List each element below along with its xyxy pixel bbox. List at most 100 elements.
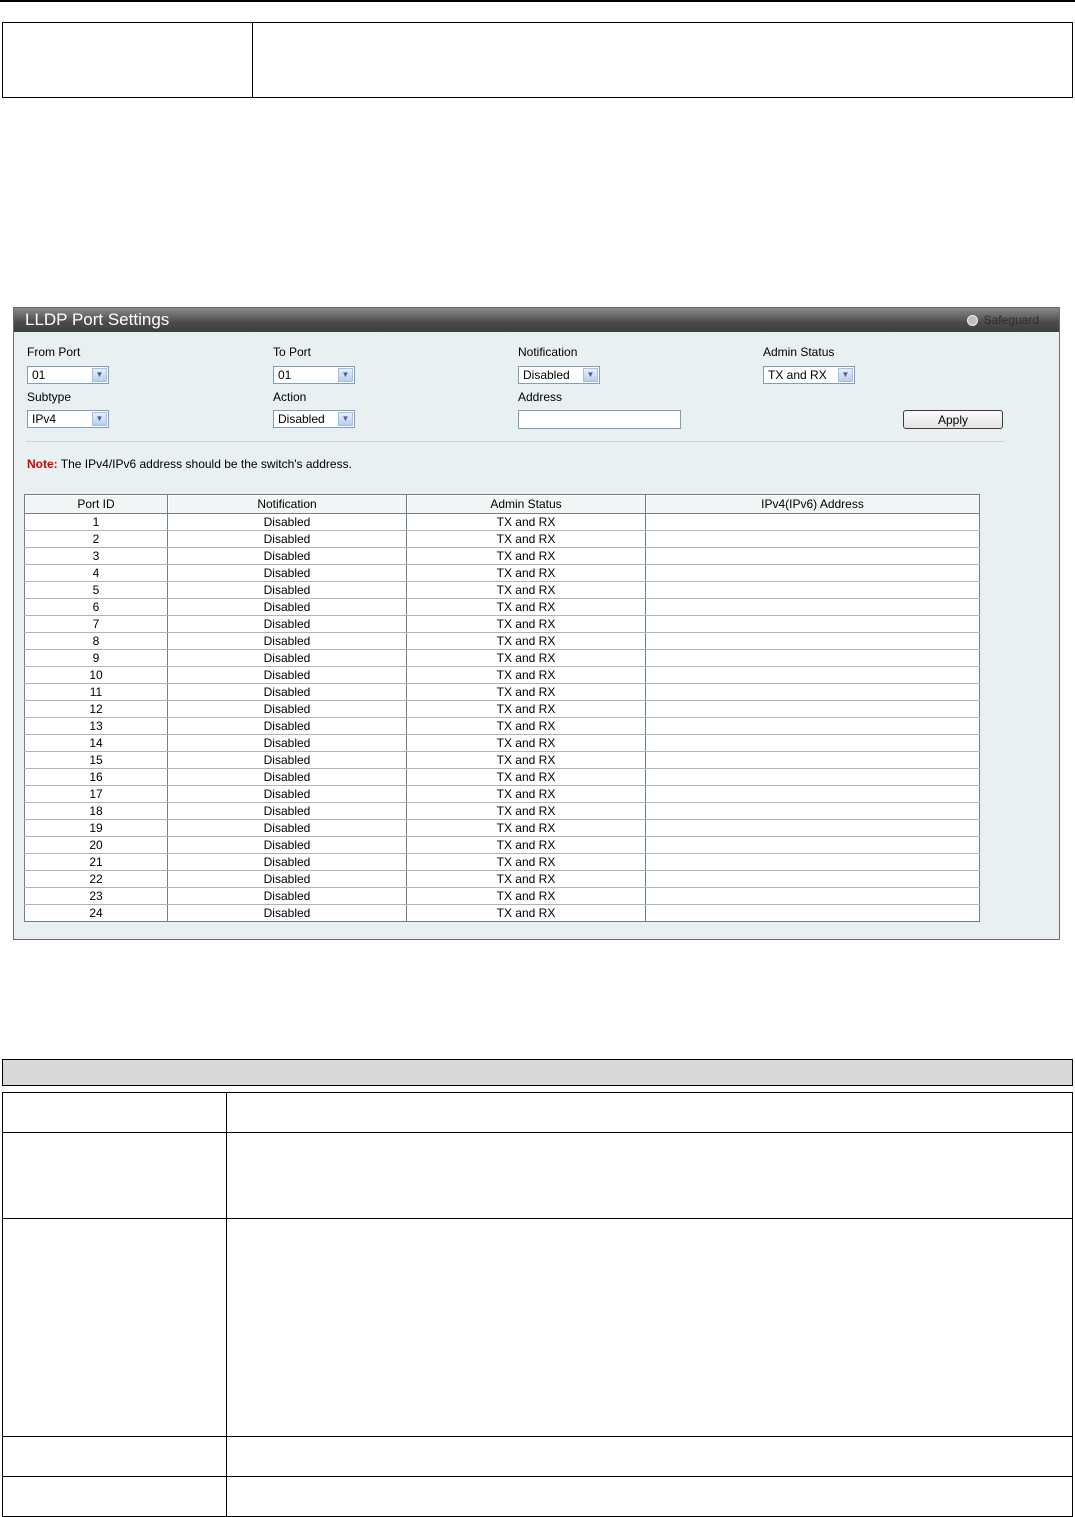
cell-address (645, 717, 980, 735)
cell-port-id: 1 (24, 513, 168, 531)
cell-port-id: 3 (24, 547, 168, 565)
cell-admin-status: TX and RX (406, 853, 646, 871)
table-row: 12 Disabled TX and RX (24, 700, 980, 718)
chevron-down-icon[interactable]: ▼ (338, 412, 353, 426)
notification-select[interactable]: Disabled ▼ (518, 366, 600, 384)
table-row: 18 Disabled TX and RX (24, 802, 980, 820)
chevron-down-icon[interactable]: ▼ (838, 368, 853, 382)
cell-port-id: 16 (24, 768, 168, 786)
cell-port-id: 5 (24, 581, 168, 599)
admin-status-select[interactable]: TX and RX ▼ (763, 366, 855, 384)
cell-admin-status: TX and RX (406, 564, 646, 582)
safeguard-indicator: Safeguard (966, 313, 1039, 327)
panel-header: LLDP Port Settings Safeguard (14, 308, 1059, 332)
cell-notification: Disabled (167, 836, 407, 854)
cell-admin-status: TX and RX (406, 530, 646, 548)
to-port-value: 01 (278, 368, 292, 382)
status-led-icon (966, 314, 978, 326)
cell-port-id: 8 (24, 632, 168, 650)
column-header-address: IPv4(IPv6) Address (645, 494, 980, 514)
subtype-label: Subtype (27, 390, 72, 404)
table-row: 4 Disabled TX and RX (24, 564, 980, 582)
cell-port-id: 14 (24, 734, 168, 752)
document-table-top (2, 22, 1073, 98)
cell-notification: Disabled (167, 547, 407, 565)
table-row: 21 Disabled TX and RX (24, 853, 980, 871)
cell-port-id: 22 (24, 870, 168, 888)
chevron-down-icon[interactable]: ▼ (92, 412, 107, 426)
cell-notification: Disabled (167, 751, 407, 769)
table-row: 1 Disabled TX and RX (24, 513, 980, 531)
admin-status-value: TX and RX (768, 368, 827, 382)
chevron-down-icon[interactable]: ▼ (583, 368, 598, 382)
table-row: 9 Disabled TX and RX (24, 649, 980, 667)
divider (26, 441, 1004, 442)
cell-notification: Disabled (167, 615, 407, 633)
table-row: 7 Disabled TX and RX (24, 615, 980, 633)
cell-address (645, 751, 980, 769)
cell-notification: Disabled (167, 887, 407, 905)
cell-address (645, 564, 980, 582)
doc-cell (226, 1092, 1073, 1133)
cell-admin-status: TX and RX (406, 683, 646, 701)
doc-cell (2, 1218, 227, 1437)
cell-notification: Disabled (167, 632, 407, 650)
doc-cell (2, 1132, 227, 1219)
from-port-select[interactable]: 01 ▼ (27, 366, 109, 384)
address-input[interactable] (518, 410, 681, 429)
action-label: Action (273, 390, 307, 404)
cell-notification: Disabled (167, 819, 407, 837)
subtype-select[interactable]: IPv4 ▼ (27, 410, 109, 428)
table-row: 16 Disabled TX and RX (24, 768, 980, 786)
cell-notification: Disabled (167, 904, 407, 922)
doc-cell (252, 22, 1073, 98)
cell-address (645, 649, 980, 667)
cell-address (645, 853, 980, 871)
table-row: 6 Disabled TX and RX (24, 598, 980, 616)
admin-status-label: Admin Status (763, 345, 835, 359)
cell-notification: Disabled (167, 530, 407, 548)
table-body: 1 Disabled TX and RX 2 Disabled TX and RX 3 Dis… (24, 513, 980, 922)
action-select[interactable]: Disabled ▼ (273, 410, 355, 428)
cell-admin-status: TX and RX (406, 768, 646, 786)
doc-cell (2, 1476, 227, 1517)
table-row: 3 Disabled TX and RX (24, 547, 980, 565)
cell-port-id: 6 (24, 598, 168, 616)
cell-notification: Disabled (167, 666, 407, 684)
column-header-notification: Notification (167, 494, 407, 514)
cell-notification: Disabled (167, 853, 407, 871)
from-port-value: 01 (32, 368, 46, 382)
cell-admin-status: TX and RX (406, 836, 646, 854)
cell-port-id: 23 (24, 887, 168, 905)
cell-address (645, 819, 980, 837)
doc-cell (2, 1436, 227, 1477)
cell-port-id: 15 (24, 751, 168, 769)
cell-address (645, 700, 980, 718)
cell-address (645, 870, 980, 888)
cell-admin-status: TX and RX (406, 904, 646, 922)
table-row: 8 Disabled TX and RX (24, 632, 980, 650)
notification-label: Notification (518, 345, 578, 359)
table-row: 15 Disabled TX and RX (24, 751, 980, 769)
cell-address (645, 632, 980, 650)
cell-port-id: 19 (24, 819, 168, 837)
table-row: 2 Disabled TX and RX (24, 530, 980, 548)
cell-notification: Disabled (167, 802, 407, 820)
cell-address (645, 581, 980, 599)
cell-address (645, 598, 980, 616)
chevron-down-icon[interactable]: ▼ (92, 368, 107, 382)
to-port-label: To Port (273, 345, 312, 359)
to-port-select[interactable]: 01 ▼ (273, 366, 355, 384)
apply-button[interactable]: Apply (903, 410, 1003, 429)
table-row: 11 Disabled TX and RX (24, 683, 980, 701)
cell-notification: Disabled (167, 598, 407, 616)
cell-address (645, 666, 980, 684)
cell-notification: Disabled (167, 717, 407, 735)
cell-port-id: 9 (24, 649, 168, 667)
from-port-label: From Port (27, 345, 81, 359)
cell-port-id: 20 (24, 836, 168, 854)
doc-cell (226, 1218, 1073, 1437)
chevron-down-icon[interactable]: ▼ (338, 368, 353, 382)
table-row: 14 Disabled TX and RX (24, 734, 980, 752)
cell-admin-status: TX and RX (406, 734, 646, 752)
